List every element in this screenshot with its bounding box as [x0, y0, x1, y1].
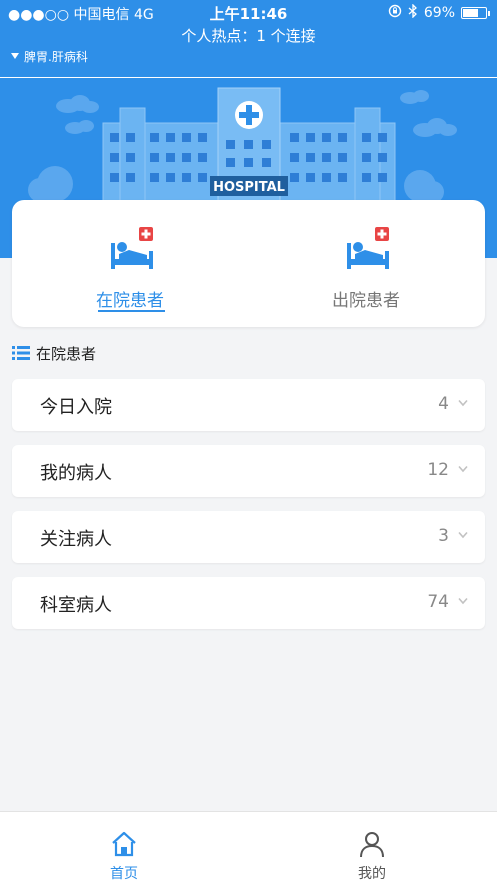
list-item-today-admitted[interactable]: 今日入院 4: [12, 379, 485, 431]
chevron-down-icon: [458, 465, 468, 473]
list-icon: [12, 346, 30, 360]
chevron-down-icon: [458, 597, 468, 605]
section-title: 在院患者: [36, 344, 97, 363]
status-bar: ●●●○○ 中国电信 4G 上午11:46 69%: [0, 0, 497, 24]
hotspot-banner[interactable]: 个人热点：1 个连接: [0, 24, 497, 48]
nav-bar: 脾胃.肝病科: [0, 48, 497, 78]
list-item-label: 关注病人: [40, 529, 112, 550]
section-header: 在院患者: [12, 342, 96, 364]
department-selector[interactable]: 脾胃.肝病科: [10, 48, 88, 65]
patient-type-tabs: 在院患者 出院患者: [12, 200, 485, 327]
tab-inpatients[interactable]: 在院患者: [12, 200, 248, 327]
department-name: 脾胃.肝病科: [24, 50, 88, 64]
list-item-count: 12: [427, 460, 449, 480]
hospital-sign: HOSPITAL: [213, 180, 285, 195]
hospital-bed-icon: [347, 227, 389, 269]
list-item-label: 我的病人: [40, 463, 112, 484]
rotation-lock-icon: [388, 4, 402, 22]
list-item-followed-patients[interactable]: 关注病人 3: [12, 511, 485, 563]
tab-discharged-patients[interactable]: 出院患者: [248, 200, 484, 327]
bluetooth-icon: [408, 3, 418, 22]
tab-label: 在院患者: [96, 291, 164, 311]
bottom-tab-bar: 首页 我的: [0, 811, 497, 883]
hospital-bed-icon: [111, 227, 153, 269]
chevron-down-icon: [458, 399, 468, 407]
battery-percent: 69%: [423, 5, 455, 21]
status-right: 69%: [388, 3, 490, 22]
list-item-department-patients[interactable]: 科室病人 74: [12, 577, 485, 629]
bottom-tab-home[interactable]: 首页: [0, 812, 248, 883]
list-item-count: 3: [438, 526, 449, 546]
bottom-tab-label: 首页: [110, 866, 138, 882]
chevron-down-icon: [10, 50, 20, 64]
list-item-count: 74: [427, 592, 449, 612]
list-item-my-patients[interactable]: 我的病人 12: [12, 445, 485, 497]
chevron-down-icon: [458, 531, 468, 539]
list-item-label: 今日入院: [40, 397, 112, 418]
bottom-tab-label: 我的: [358, 866, 386, 882]
home-icon: [112, 831, 136, 857]
list-item-count: 4: [438, 394, 449, 414]
active-tab-indicator: [98, 310, 165, 312]
list-item-label: 科室病人: [40, 595, 112, 616]
user-icon: [360, 832, 384, 858]
bottom-tab-mine[interactable]: 我的: [248, 812, 496, 883]
tab-label: 出院患者: [332, 291, 400, 311]
battery-icon: [461, 7, 490, 19]
